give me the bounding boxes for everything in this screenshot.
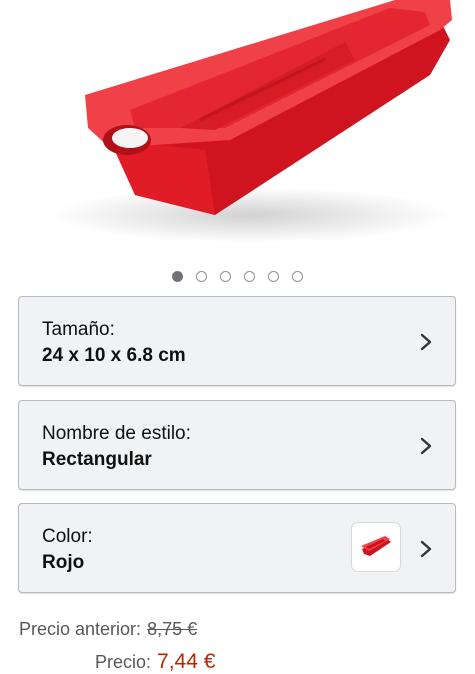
color-value: Rojo xyxy=(42,552,85,573)
carousel-dot-6[interactable] xyxy=(292,271,303,282)
color-label: Color: xyxy=(42,526,93,547)
current-price-label: Precio: xyxy=(95,652,152,672)
color-selector[interactable]: Color: Rojo xyxy=(18,503,456,593)
color-swatch-image xyxy=(361,536,391,556)
size-value: 24 x 10 x 6.8 cm xyxy=(42,345,186,366)
size-label: Tamaño: xyxy=(42,319,115,340)
style-value: Rectangular xyxy=(42,449,152,470)
previous-price-label: Precio anterior: xyxy=(19,619,142,639)
previous-price-value: 8,75 € xyxy=(147,619,198,639)
chevron-right-icon xyxy=(420,540,432,558)
previous-price-row: Precio anterior: 8,75 € xyxy=(19,619,197,640)
carousel-dot-5[interactable] xyxy=(268,271,279,282)
style-selector[interactable]: Nombre de estilo: Rectangular xyxy=(18,400,456,490)
color-swatch-thumbnail[interactable] xyxy=(351,522,401,572)
carousel-dot-4[interactable] xyxy=(244,271,255,282)
current-price-value: 7,44 € xyxy=(157,650,216,673)
size-selector[interactable]: Tamaño: 24 x 10 x 6.8 cm xyxy=(18,296,456,386)
carousel-dot-2[interactable] xyxy=(196,271,207,282)
carousel-dot-3[interactable] xyxy=(220,271,231,282)
chevron-right-icon xyxy=(420,437,432,455)
image-carousel-dots xyxy=(0,271,475,282)
style-label: Nombre de estilo: xyxy=(42,423,191,444)
product-image-graphic xyxy=(50,0,452,243)
carousel-dot-1[interactable] xyxy=(172,271,183,282)
product-image[interactable] xyxy=(0,0,475,262)
chevron-right-icon xyxy=(420,333,432,351)
current-price-row: Precio: 7,44 € xyxy=(95,650,215,674)
